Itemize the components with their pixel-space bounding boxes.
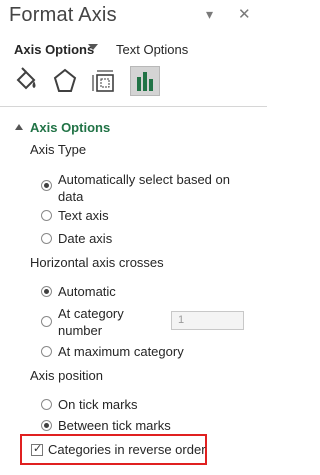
- collapse-triangle-icon[interactable]: [15, 124, 23, 130]
- reverse-order-label[interactable]: Categories in reverse order: [48, 442, 206, 457]
- close-icon[interactable]: ✕: [238, 5, 251, 23]
- radio-at-category-number-label-line2: number: [58, 323, 103, 338]
- radio-auto-select-label-line2: data: [58, 189, 84, 204]
- axis-type-label: Axis Type: [30, 142, 87, 157]
- axis-position-label: Axis position: [30, 368, 103, 383]
- radio-between-tick-marks-label: Between tick marks: [58, 418, 171, 433]
- axis-options-icon[interactable]: [130, 66, 160, 96]
- radio-auto-select-label: Automatically select based on: [58, 172, 230, 187]
- radio-at-category-number-label: At category: [58, 306, 124, 321]
- radio-text-axis[interactable]: [41, 210, 52, 221]
- fill-line-icon[interactable]: [12, 66, 42, 96]
- radio-at-maximum-category[interactable]: [41, 346, 52, 357]
- radio-at-category-number[interactable]: [41, 316, 52, 327]
- tab-text-options[interactable]: Text Options: [116, 42, 188, 57]
- format-axis-pane: Format Axis ▾ ✕ Axis Options Text Option…: [0, 0, 267, 475]
- radio-at-maximum-category-label: At maximum category: [58, 344, 184, 359]
- chevron-down-icon[interactable]: [88, 44, 98, 50]
- section-title[interactable]: Axis Options: [30, 120, 110, 135]
- effects-icon[interactable]: [50, 66, 80, 96]
- radio-on-tick-marks-label: On tick marks: [58, 397, 138, 412]
- radio-automatic-label: Automatic: [58, 284, 116, 299]
- category-number-input[interactable]: 1: [171, 311, 244, 330]
- checkmark-icon: ✓: [33, 443, 43, 455]
- radio-between-tick-marks[interactable]: [41, 420, 52, 431]
- divider: [0, 106, 267, 107]
- size-properties-icon[interactable]: [90, 66, 120, 96]
- reverse-order-checkbox[interactable]: ✓: [31, 443, 43, 456]
- radio-on-tick-marks[interactable]: [41, 399, 52, 410]
- radio-text-axis-label: Text axis: [58, 208, 109, 223]
- pane-title: Format Axis: [9, 4, 117, 26]
- horizontal-axis-crosses-label: Horizontal axis crosses: [30, 255, 164, 270]
- radio-date-axis-label: Date axis: [58, 231, 113, 246]
- chevron-down-icon[interactable]: ▾: [206, 6, 213, 23]
- tab-axis-options[interactable]: Axis Options: [14, 42, 94, 57]
- radio-auto-select[interactable]: [41, 180, 52, 191]
- radio-date-axis[interactable]: [41, 233, 52, 244]
- radio-automatic[interactable]: [41, 286, 52, 297]
